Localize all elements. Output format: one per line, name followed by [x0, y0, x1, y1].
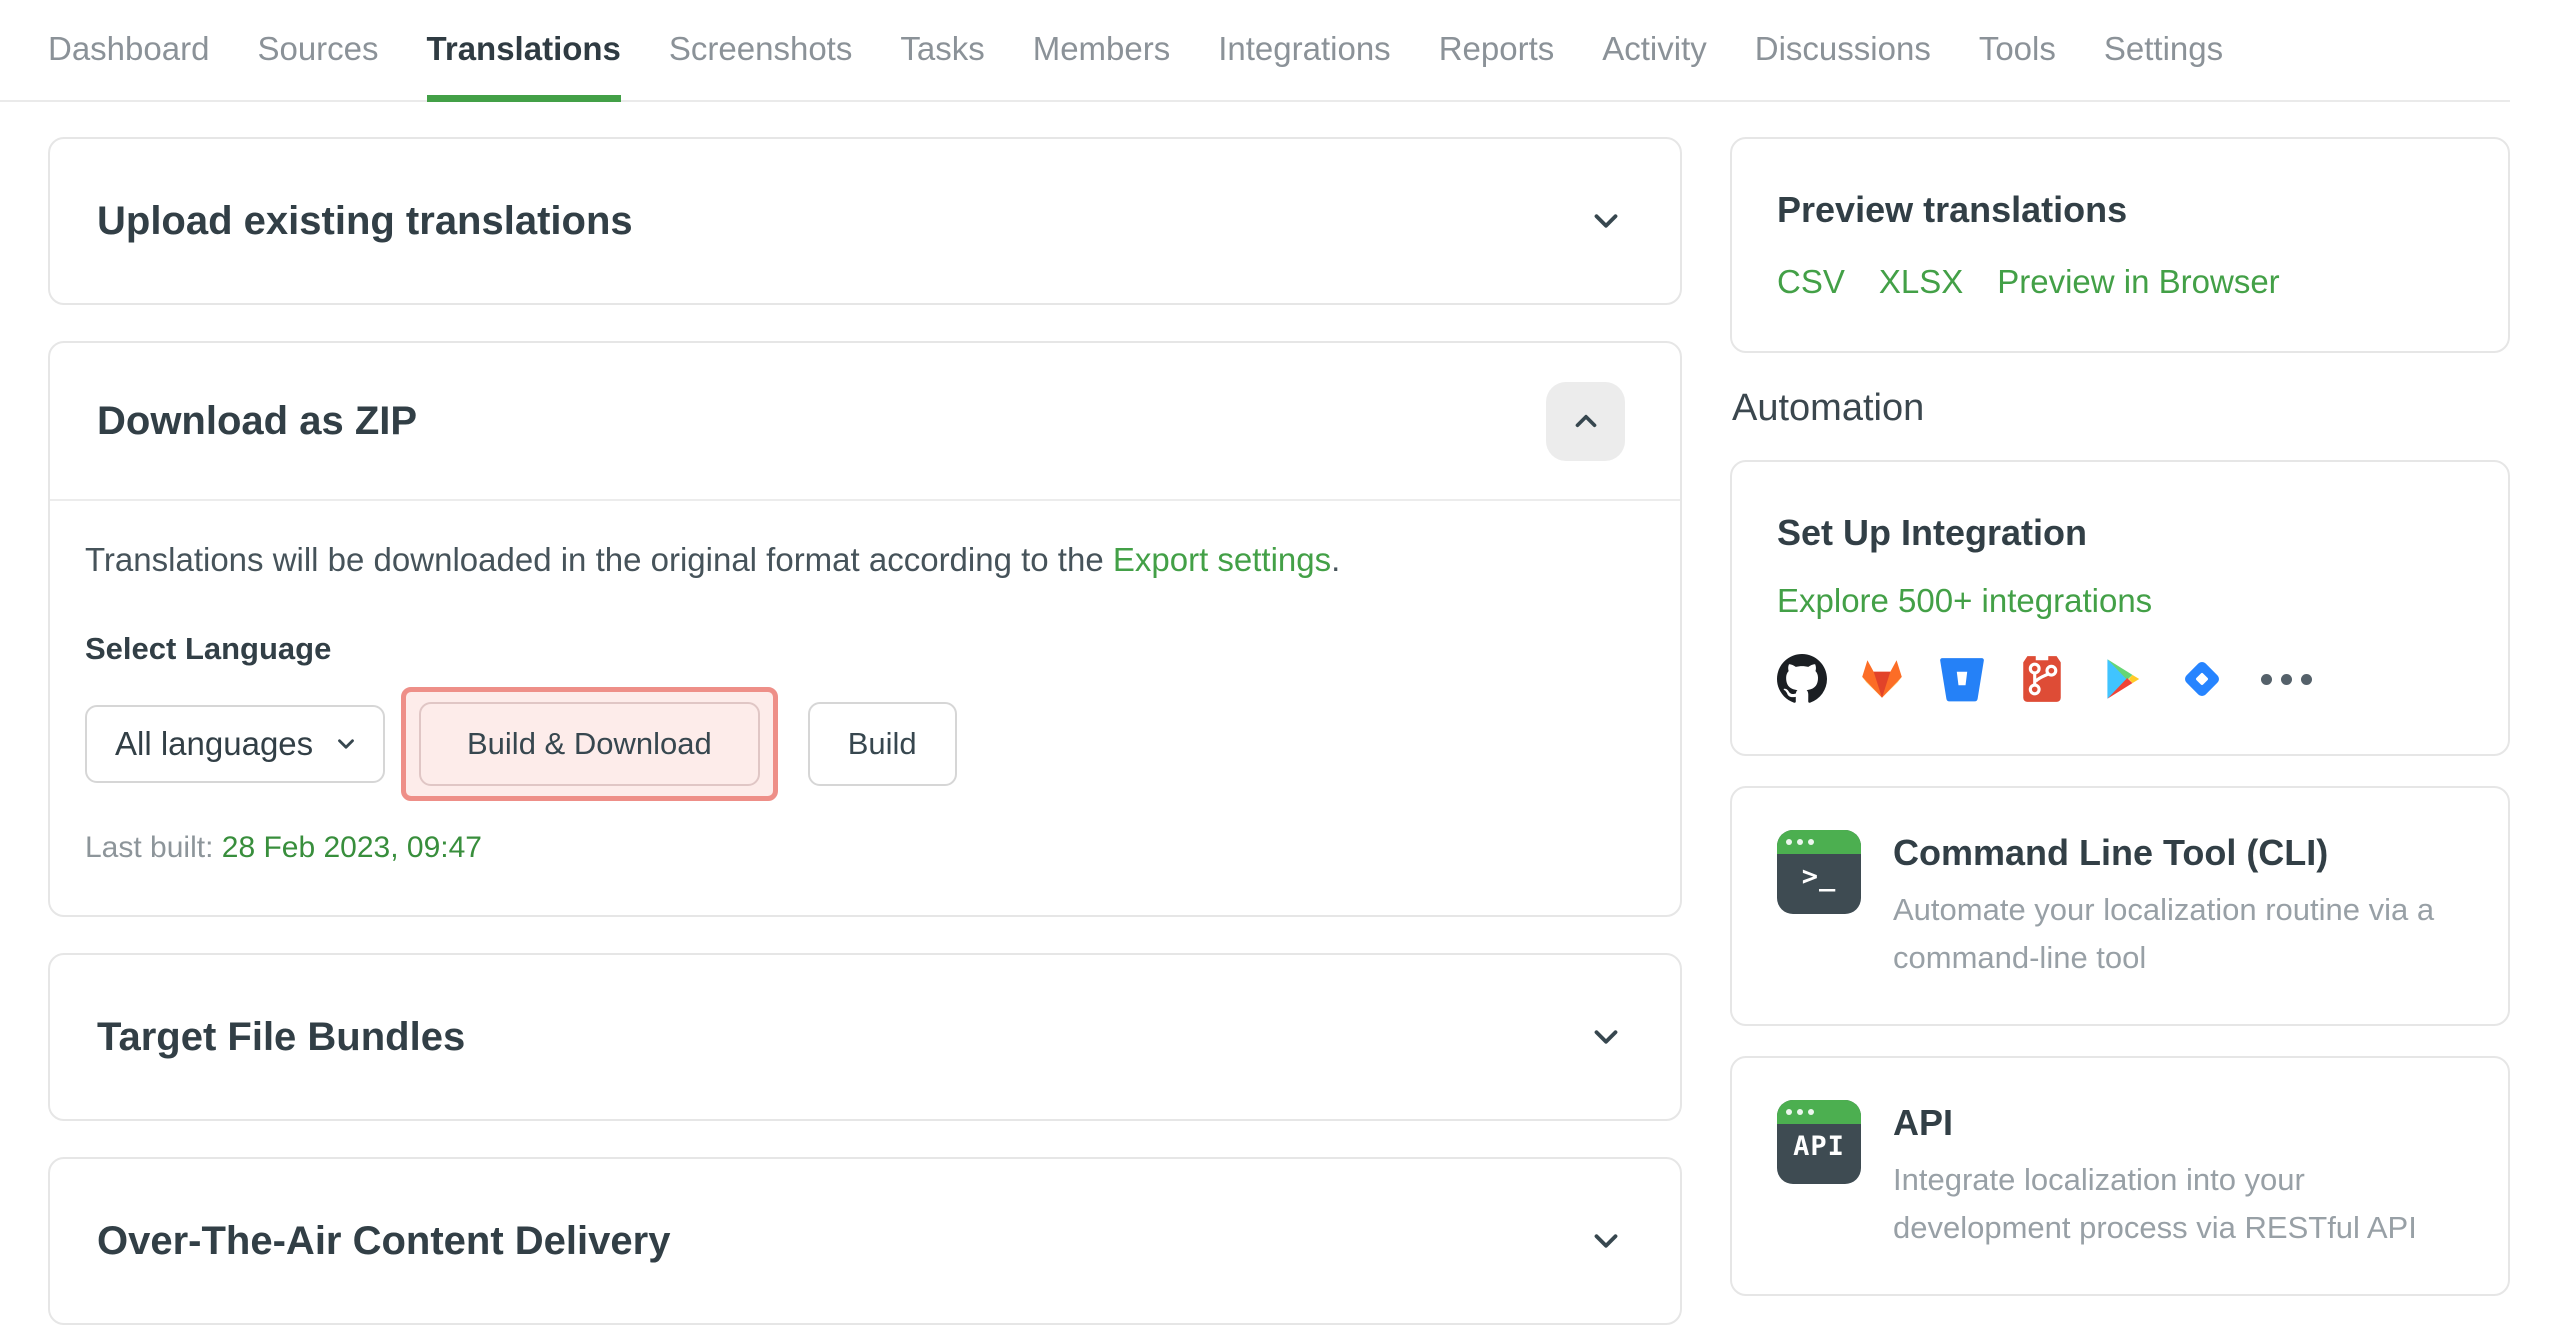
- chevron-down-icon[interactable]: [1587, 1018, 1625, 1056]
- api-icon: API: [1777, 1100, 1861, 1185]
- gitlab-icon[interactable]: [1857, 654, 1907, 704]
- panel-download-as-zip: Download as ZIP Translations will be dow…: [48, 341, 1682, 917]
- api-icon-glyph: API: [1793, 1131, 1845, 1163]
- upload-panel-header[interactable]: Upload existing translations: [50, 139, 1680, 303]
- preview-links: CSV XLSX Preview in Browser: [1777, 263, 2463, 301]
- sidebar: Preview translations CSV XLSX Preview in…: [1730, 137, 2510, 1326]
- main-column: Upload existing translations Download as…: [48, 137, 1682, 1337]
- tab-dashboard[interactable]: Dashboard: [48, 30, 209, 100]
- download-description: Translations will be downloaded in the o…: [85, 541, 1633, 579]
- bundles-panel-header[interactable]: Target File Bundles: [50, 955, 1680, 1119]
- tab-tasks[interactable]: Tasks: [900, 30, 984, 100]
- description-text: Translations will be downloaded in the o…: [85, 541, 1113, 578]
- cli-card-text: Command Line Tool (CLI) Automate your lo…: [1893, 830, 2463, 982]
- chevron-down-icon[interactable]: [1587, 202, 1625, 240]
- terminal-icon: >_: [1777, 830, 1861, 914]
- last-built-label: Last built:: [85, 831, 214, 864]
- automation-heading: Automation: [1732, 387, 1925, 429]
- last-built-status: Last built: 28 Feb 2023, 09:47: [85, 831, 1633, 865]
- cli-card[interactable]: >_ Command Line Tool (CLI) Automate your…: [1730, 786, 2510, 1027]
- explore-integrations-link[interactable]: Explore 500+ integrations: [1777, 582, 2152, 620]
- tab-translations[interactable]: Translations: [426, 30, 622, 102]
- download-controls: All languages Build & Download Build: [85, 687, 1633, 801]
- tab-discussions[interactable]: Discussions: [1755, 30, 1931, 100]
- terminal-icon-glyph: >_: [1801, 861, 1837, 892]
- github-icon[interactable]: [1777, 654, 1827, 704]
- panel-upload-existing-translations: Upload existing translations: [48, 137, 1682, 305]
- panel-over-the-air: Over-The-Air Content Delivery: [48, 1157, 1682, 1325]
- bitbucket-icon[interactable]: [1937, 654, 1987, 704]
- language-select[interactable]: All languages: [85, 705, 385, 783]
- select-language-label: Select Language: [85, 631, 332, 666]
- preview-translations-title: Preview translations: [1777, 189, 2128, 230]
- ota-panel-title: Over-The-Air Content Delivery: [97, 1218, 671, 1263]
- collapse-panel-button[interactable]: [1546, 381, 1625, 461]
- tab-settings[interactable]: Settings: [2104, 30, 2223, 100]
- language-select-value: All languages: [115, 725, 314, 762]
- tab-reports[interactable]: Reports: [1439, 30, 1555, 100]
- chevron-down-icon: [338, 739, 354, 749]
- preview-translations-card: Preview translations CSV XLSX Preview in…: [1730, 137, 2510, 353]
- export-settings-link[interactable]: Export settings: [1113, 541, 1331, 578]
- tab-screenshots[interactable]: Screenshots: [669, 30, 852, 100]
- panel-target-file-bundles: Target File Bundles: [48, 953, 1682, 1121]
- google-play-icon[interactable]: [2097, 654, 2147, 704]
- tab-activity[interactable]: Activity: [1602, 30, 1707, 100]
- download-panel-body: Translations will be downloaded in the o…: [50, 501, 1680, 915]
- api-card-description: Integrate localization into your develop…: [1893, 1162, 2417, 1246]
- tab-sources[interactable]: Sources: [257, 30, 378, 100]
- page-content: Upload existing translations Download as…: [0, 102, 2550, 1337]
- highlight-annotation: Build & Download: [401, 687, 778, 801]
- cli-card-description: Automate your localization routine via a…: [1893, 892, 2435, 976]
- set-up-integration-card: Set Up Integration Explore 500+ integrat…: [1730, 460, 2510, 756]
- bundles-panel-title: Target File Bundles: [97, 1014, 466, 1059]
- description-period: .: [1331, 541, 1341, 578]
- chevron-up-icon: [1575, 414, 1596, 428]
- csv-link[interactable]: CSV: [1777, 263, 1845, 301]
- integration-icons-row: [1777, 654, 2463, 704]
- set-up-integration-title: Set Up Integration: [1777, 512, 2088, 553]
- cli-card-title: Command Line Tool (CLI): [1893, 832, 2329, 873]
- build-button[interactable]: Build: [807, 702, 957, 786]
- download-panel-title: Download as ZIP: [97, 398, 418, 443]
- upload-panel-title: Upload existing translations: [97, 198, 633, 243]
- tab-members[interactable]: Members: [1033, 30, 1171, 100]
- tab-integrations[interactable]: Integrations: [1218, 30, 1390, 100]
- api-card-text: API Integrate localization into your dev…: [1893, 1100, 2463, 1252]
- build-and-download-button[interactable]: Build & Download: [419, 702, 760, 786]
- api-card-title: API: [1893, 1102, 1954, 1144]
- last-built-date: 28 Feb 2023, 09:47: [221, 831, 482, 864]
- project-tabs: Dashboard Sources Translations Screensho…: [0, 0, 2510, 102]
- git-icon[interactable]: [2017, 654, 2067, 704]
- download-panel-header: Download as ZIP: [50, 343, 1680, 501]
- jira-icon[interactable]: [2177, 654, 2227, 704]
- tab-tools[interactable]: Tools: [1979, 30, 2056, 100]
- more-integrations-icon[interactable]: [2261, 673, 2312, 685]
- api-card[interactable]: API API Integrate localization into your…: [1730, 1056, 2510, 1297]
- xlsx-link[interactable]: XLSX: [1879, 263, 1963, 301]
- ota-panel-header[interactable]: Over-The-Air Content Delivery: [50, 1159, 1680, 1323]
- chevron-down-icon[interactable]: [1587, 1222, 1625, 1260]
- preview-in-browser-link[interactable]: Preview in Browser: [1997, 263, 2279, 301]
